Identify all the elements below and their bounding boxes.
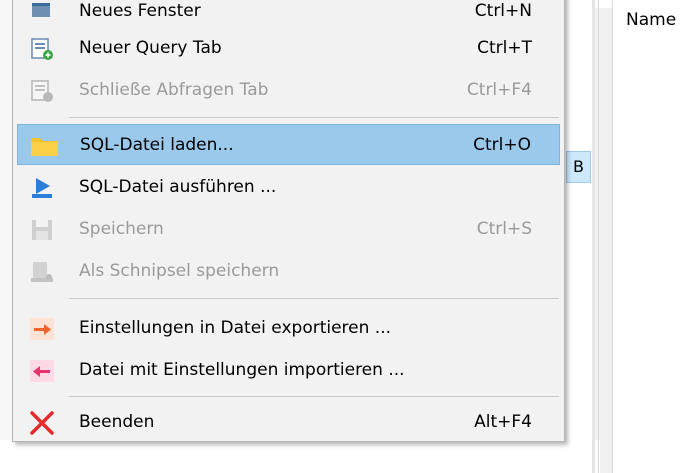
splitter-edge: [598, 0, 599, 473]
menu-item-shortcut: Ctrl+F4: [466, 80, 532, 100]
menu-item-label: Beenden: [79, 412, 155, 432]
save-icon: [29, 217, 55, 243]
menu-separator: [69, 396, 559, 397]
new-window-icon: [29, 0, 55, 25]
menu-item-label: Speichern: [79, 219, 164, 239]
app-background-middle: [565, 0, 595, 473]
save-snippet-icon: [29, 259, 55, 285]
close-x-icon: [29, 410, 55, 436]
menu-item-label: SQL-Datei ausführen ...: [79, 177, 277, 197]
right-panel: [612, 0, 694, 473]
menu-item-save[interactable]: Speichern Ctrl+S: [17, 209, 560, 250]
menu-item-label: SQL-Datei laden...: [80, 135, 234, 155]
export-arrow-icon: [29, 316, 55, 342]
menu-item-label: Datei mit Einstellungen importieren ...: [79, 360, 405, 380]
import-arrow-icon: [29, 358, 55, 384]
menu-item-save-as-snippet[interactable]: Als Schnipsel speichern: [17, 251, 560, 292]
run-file-icon: [29, 175, 55, 201]
menu-item-shortcut: Alt+F4: [474, 412, 532, 432]
menu-item-import-settings[interactable]: Datei mit Einstellungen importieren ...: [17, 350, 560, 391]
menu-item-shortcut: Ctrl+O: [473, 135, 531, 155]
menu-item-exit[interactable]: Beenden Alt+F4: [17, 402, 560, 443]
menu-item-export-settings[interactable]: Einstellungen in Datei exportieren ...: [17, 308, 560, 349]
menu-item-new-query-tab[interactable]: Neuer Query Tab Ctrl+T: [17, 28, 560, 69]
splitter[interactable]: [592, 0, 595, 473]
menu-item-close-query-tab[interactable]: Schließe Abfragen Tab Ctrl+F4: [17, 70, 560, 111]
file-menu: Neues Fenster Ctrl+N Neuer Query Tab Ctr…: [12, 0, 565, 442]
menu-item-label: Als Schnipsel speichern: [79, 261, 280, 281]
menu-item-run-sql-file[interactable]: SQL-Datei ausführen ...: [17, 167, 560, 208]
menu-item-label: Einstellungen in Datei exportieren ...: [79, 318, 392, 338]
menu-separator: [69, 117, 559, 118]
menu-item-label: Schließe Abfragen Tab: [79, 80, 269, 100]
folder-icon: [30, 133, 58, 159]
menu-item-shortcut: Ctrl+T: [477, 38, 532, 58]
menu-item-label: Neuer Query Tab: [79, 38, 222, 58]
partial-tab[interactable]: B: [566, 151, 591, 183]
menu-separator: [69, 298, 559, 299]
new-query-tab-icon: [29, 36, 55, 62]
menu-item-shortcut: Ctrl+S: [476, 219, 532, 239]
column-header-name[interactable]: Name: [626, 10, 676, 30]
close-query-tab-icon: [29, 78, 55, 104]
app-background-bottom: [0, 440, 600, 473]
menu-item-load-sql-file[interactable]: SQL-Datei laden... Ctrl+O: [17, 124, 560, 165]
